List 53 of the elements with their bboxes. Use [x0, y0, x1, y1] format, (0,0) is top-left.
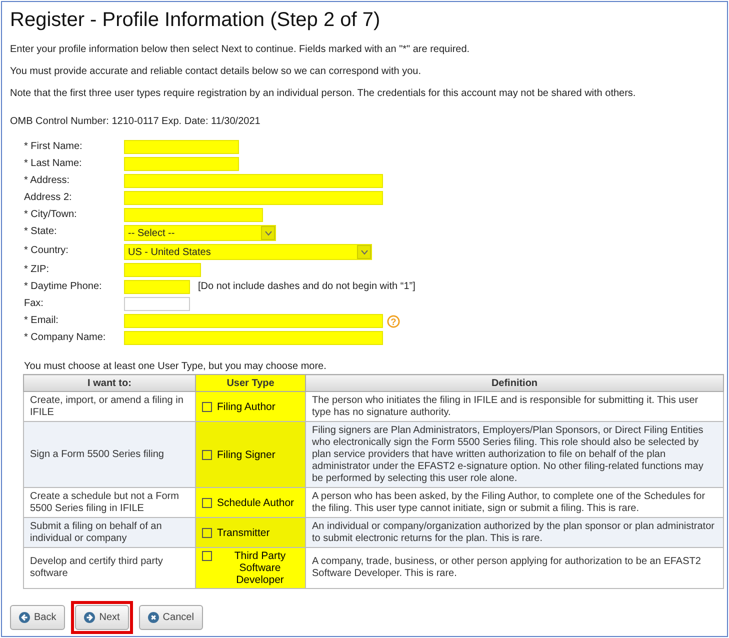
checkbox-label[interactable]: Filing Signer — [217, 448, 276, 460]
field-label: * Email: — [24, 314, 60, 328]
checkbox[interactable] — [202, 402, 212, 412]
info-text: Enter your profile information below then select Next to continue. Fields marked with an "*" are required. — [10, 44, 471, 56]
input-field[interactable] — [124, 331, 383, 345]
table-cell: Filing signers are Plan Administrators, Employers/Plan Sponsors, or Direct Filing Entities who electronically sign the Form 5500 Series filing. This role should also be selected by plan service providers that have written authorization to file on behalf of the plan administrator under the EFAST2 e-signature option. No other filing-related functions may be performed by selecting this user role alone. — [306, 422, 724, 488]
select-field[interactable]: US - United States — [124, 244, 372, 260]
checkbox[interactable] — [202, 528, 212, 538]
column-header: User Type — [196, 374, 306, 392]
input-field[interactable] — [124, 280, 190, 294]
checkbox[interactable] — [202, 450, 212, 460]
input-field[interactable] — [124, 297, 190, 311]
caret-icon — [261, 226, 275, 240]
table-cell: Sign a Form 5500 Series filing — [24, 422, 196, 488]
checkbox-label[interactable]: Transmitter — [217, 526, 270, 538]
back-button[interactable]: Back — [10, 605, 66, 630]
cancel-button[interactable]: Cancel — [138, 605, 203, 630]
field-label: * ZIP: — [24, 263, 50, 277]
table-cell: A company, trade, business, or other person applying for authorization to be an EFAST2 Software Developer. This is rare. — [306, 548, 724, 588]
info-text: OMB Control Number: 1210-0117 Exp. Date: 11/30/2021 — [10, 116, 262, 128]
table-cell: Develop and certify third party software — [24, 548, 196, 588]
field-label: * Company Name: — [24, 331, 107, 345]
input-field[interactable] — [124, 263, 201, 277]
field-label: * Last Name: — [24, 157, 83, 171]
checkbox[interactable] — [202, 498, 212, 508]
table-cell: Submit a filing on behalf of an individual or company — [24, 518, 196, 548]
input-field[interactable] — [124, 157, 239, 171]
select-field[interactable]: -- Select -- — [124, 225, 276, 241]
column-header: I want to: — [24, 374, 196, 392]
input-field[interactable] — [124, 174, 383, 188]
field-label: * First Name: — [24, 140, 84, 154]
instruction-text: You must choose at least one User Type, but you may choose more. — [24, 360, 328, 374]
input-field[interactable] — [124, 191, 383, 205]
checkbox[interactable] — [202, 551, 212, 561]
field-label: * State: — [24, 225, 58, 239]
input-field[interactable] — [124, 314, 383, 328]
input-field[interactable] — [124, 140, 239, 154]
column-header: Definition — [306, 374, 724, 392]
close-icon — [148, 612, 159, 623]
field-label: Address 2: — [24, 191, 73, 205]
hint-text: [Do not include dashes and do not begin with “1”] — [198, 280, 416, 294]
info-text: You must provide accurate and reliable contact details below so we can correspond with you. — [10, 66, 422, 78]
field-label: * Address: — [24, 174, 71, 188]
caret-icon — [357, 245, 371, 259]
input-field[interactable] — [124, 208, 263, 222]
next-button[interactable]: Next — [75, 605, 129, 630]
field-label: * Daytime Phone: — [24, 280, 103, 294]
table-cell: An individual or company/organization authorized by the plan sponsor or plan administrator to submit electronic returns for the plan. This is rare. — [306, 518, 724, 548]
page-title: Register - Profile Information (Step 2 of 7) — [10, 8, 382, 32]
field-label: Fax: — [24, 297, 44, 311]
field-label: * Country: — [24, 244, 70, 258]
info-text: Note that the first three user types require registration by an individual person. The credentials for this account may not be shared with others. — [10, 88, 637, 100]
field-label: * City/Town: — [24, 208, 78, 222]
